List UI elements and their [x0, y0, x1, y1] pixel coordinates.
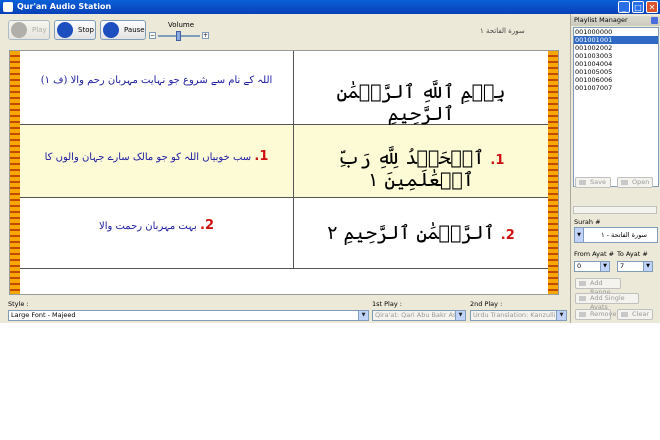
pause-icon [103, 22, 119, 38]
playlist-item[interactable]: 001000000 [574, 28, 658, 36]
playlist-title: Playlist Manager [574, 16, 628, 24]
from-ayat-value: 0 [577, 262, 582, 270]
surah-label: Surah # [574, 218, 601, 226]
app-icon [3, 2, 13, 12]
first-play-label: 1st Play : [372, 300, 402, 308]
app-window: Qur'an Audio Station _ □ ✕ Play Stop Pau… [0, 0, 660, 323]
verse-number: 1. [490, 153, 505, 168]
open-button[interactable]: Open [617, 177, 653, 188]
verse-number: 1. [254, 149, 269, 164]
playlist-title-bar: Playlist Manager [571, 16, 660, 26]
playlist-item[interactable]: 001006006 [574, 76, 658, 84]
urdu-translation: سب خوبیاں اللہ کو جو مالک سارے جہان والو… [44, 152, 252, 163]
arabic-cell: بِسۡمِ ٱللَّهِ ٱلرَّحۡمَٰنِ ٱلرَّحِيمِ [294, 51, 548, 125]
title-bar: Qur'an Audio Station _ □ ✕ [0, 0, 660, 14]
arabic-line: 2. ٱلرَّحۡمَٰنِ ٱلرَّحِيمِ ٢ [302, 222, 540, 244]
save-icon [579, 180, 586, 185]
from-ayat-select[interactable]: 0 ▼ [574, 261, 610, 272]
add-icon [579, 296, 586, 301]
volume-slider-thumb[interactable] [176, 31, 181, 41]
arabic-line: 1. ٱلۡحَمۡدُ لِلَّهِ رَبِّ ٱلۡعَٰلَمِينَ… [302, 147, 540, 191]
playlist-item[interactable]: 001007007 [574, 84, 658, 92]
arabic-verse: بِسۡمِ ٱللَّهِ ٱلرَّحۡمَٰنِ ٱلرَّحِيمِ [336, 81, 506, 125]
stop-label: Stop [78, 26, 94, 34]
play-icon [11, 22, 27, 38]
urdu-translation: اللہ کے نام سے شروع جو نہایت مہربان رحم … [40, 75, 273, 86]
chevron-down-icon: ▼ [643, 262, 652, 271]
second-play-select[interactable]: Urdu Translation: Kanzulliman ▼ [470, 310, 567, 321]
right-ornament-border [548, 51, 558, 294]
panel-menu-icon[interactable] [651, 17, 658, 24]
play-label: Play [32, 26, 47, 34]
surah-title: سورة الفاتحة ١ [480, 27, 525, 35]
add-icon [579, 281, 586, 286]
to-ayat-value: 7 [620, 262, 625, 270]
second-play-value: Urdu Translation: Kanzulliman [473, 311, 567, 319]
chevron-down-icon: ▼ [556, 311, 566, 320]
playlist-item[interactable]: 001005005 [574, 68, 658, 76]
arabic-cell: 1. ٱلۡحَمۡدُ لِلَّهِ رَبِّ ٱلۡعَٰلَمِينَ… [294, 125, 548, 198]
clear-label: Clear [632, 310, 649, 318]
urdu-translation: بہت مہربان رحمت والا [98, 221, 197, 232]
add-single-ayats-button[interactable]: Add Single Ayats [575, 293, 639, 311]
window-title: Qur'an Audio Station [17, 2, 112, 11]
left-ornament-border [10, 51, 20, 294]
verse-display: اللہ کے نام سے شروع جو نہایت مہربان رحم … [9, 50, 559, 295]
style-label: Style : [8, 300, 29, 308]
style-select[interactable]: Large Font - Majeed ▼ [8, 310, 369, 321]
remove-icon [579, 312, 586, 317]
verse-number: 2. [200, 218, 214, 233]
translation-cell: اللہ کے نام سے شروع جو نہایت مہربان رحم … [20, 51, 294, 125]
playlist-item[interactable]: 001004004 [574, 60, 658, 68]
chevron-down-icon: ▼ [600, 262, 609, 271]
playlist-list[interactable]: 001000000 001001001 001002002 001003003 0010… [573, 27, 659, 187]
close-button[interactable]: ✕ [646, 1, 658, 13]
volume-down-button[interactable]: − [149, 32, 156, 39]
remove-label: Remove [590, 310, 617, 318]
playlist-item[interactable]: 001001001 [574, 36, 658, 44]
open-label: Open [632, 178, 650, 186]
first-play-value: Qira'at: Qari Abu Bakr As-Shaatri [375, 311, 465, 319]
volume-up-button[interactable]: + [202, 32, 209, 39]
minimize-button[interactable]: _ [618, 1, 630, 13]
translation-cell: 1. سب خوبیاں اللہ کو جو مالک سارے جہان و… [20, 125, 294, 198]
folder-icon [621, 180, 628, 185]
volume-label: Volume [168, 21, 195, 29]
chevron-down-icon: ▼ [358, 311, 368, 320]
playlist-item[interactable]: 001003003 [574, 52, 658, 60]
maximize-button[interactable]: □ [632, 1, 644, 13]
to-ayat-select[interactable]: 7 ▼ [617, 261, 653, 272]
first-play-select[interactable]: Qira'at: Qari Abu Bakr As-Shaatri ▼ [372, 310, 466, 321]
clear-icon [621, 312, 628, 317]
arabic-verse: ٱلۡحَمۡدُ لِلَّهِ رَبِّ ٱلۡعَٰلَمِينَ ١ [337, 147, 485, 191]
horizontal-scrollbar[interactable] [573, 206, 657, 214]
arabic-cell: 2. ٱلرَّحۡمَٰنِ ٱلرَّحِيمِ ٢ [294, 198, 548, 269]
chevron-down-icon: ▼ [575, 228, 584, 242]
stop-button[interactable]: Stop [54, 20, 96, 40]
pause-label: Pause [124, 26, 145, 34]
clear-button[interactable]: Clear [617, 309, 653, 320]
playlist-item[interactable]: 001002002 [574, 44, 658, 52]
add-range-button[interactable]: Add Range [575, 278, 621, 296]
surah-select[interactable]: سورة الفاتحة - ١ ▼ [574, 227, 658, 243]
translation-line: 1. سب خوبیاں اللہ کو جو مالک سارے جہان و… [30, 149, 283, 164]
second-play-label: 2nd Play : [470, 300, 503, 308]
play-button[interactable]: Play [8, 20, 50, 40]
from-ayat-label: From Ayat # [574, 250, 615, 258]
pause-button[interactable]: Pause [100, 20, 146, 40]
translation-cell: 2. بہت مہربان رحمت والا [20, 198, 294, 269]
translation-line: 2. بہت مہربان رحمت والا [30, 218, 283, 233]
save-label: Save [590, 178, 606, 186]
chevron-down-icon: ▼ [455, 311, 465, 320]
stop-icon [57, 22, 73, 38]
verse-number: 2. [500, 228, 515, 243]
playlist-panel: Playlist Manager 001000000 001001001 00100… [570, 14, 660, 323]
save-button[interactable]: Save [575, 177, 611, 188]
remove-button[interactable]: Remove [575, 309, 616, 320]
arabic-verse: ٱلرَّحۡمَٰنِ ٱلرَّحِيمِ ٢ [327, 222, 495, 244]
style-value: Large Font - Majeed [11, 311, 76, 319]
to-ayat-label: To Ayat # [617, 250, 648, 258]
surah-value: سورة الفاتحة - ١ [601, 231, 647, 239]
